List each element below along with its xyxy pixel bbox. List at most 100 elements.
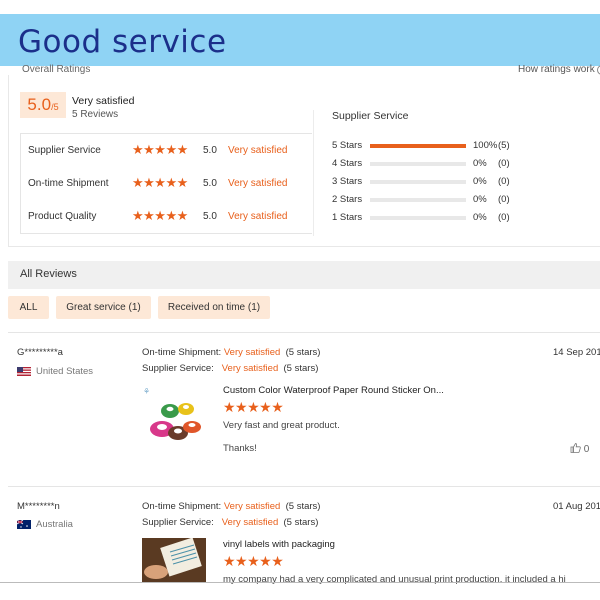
star-level-label: 5 Stars: [332, 140, 363, 151]
rating-bar-track: [370, 216, 466, 220]
category-stars-icon: ★★★★★: [132, 208, 188, 223]
star-count: (0): [498, 176, 510, 187]
service-value: Very satisfied: [221, 363, 279, 374]
banner-title: Good service: [18, 24, 227, 60]
star-count: (0): [498, 194, 510, 205]
category-row-supplier-service: Supplier Service ★★★★★ 5.0 Very satisfie…: [28, 142, 312, 159]
reviewer-country: United States: [36, 366, 94, 377]
shipment-label: On-time Shipment:: [142, 347, 222, 358]
star-level-label: 1 Stars: [332, 212, 363, 223]
shipment-value: Very satisfied: [223, 501, 281, 512]
review-separator: [8, 486, 600, 487]
shipment-rating-line: On-time Shipment: Very satisfied (5 star…: [142, 501, 320, 512]
panel-divider: [313, 110, 314, 236]
overall-score-badge: 5.0/5: [20, 92, 66, 118]
us-flag-icon: [17, 367, 31, 376]
star-percent: 0%: [473, 194, 487, 205]
shipment-label: On-time Shipment:: [142, 501, 222, 512]
product-link[interactable]: Custom Color Waterproof Paper Round Stic…: [223, 385, 444, 396]
star-breakdown-row: 2 Stars 0% (0): [332, 194, 532, 206]
good-service-banner: Good service: [0, 14, 600, 66]
review-date: 14 Sep 201: [553, 347, 600, 358]
overall-score-suffix: /5: [51, 102, 59, 112]
star-level-label: 3 Stars: [332, 176, 363, 187]
shipment-stars: (5 stars): [285, 501, 321, 512]
star-count: (0): [498, 158, 510, 169]
star-percent: 100%: [473, 140, 498, 151]
service-value: Very satisfied: [221, 517, 279, 528]
star-percent: 0%: [473, 158, 487, 169]
reviewer-country: Australia: [36, 519, 73, 530]
service-stars: (5 stars): [283, 363, 319, 374]
star-breakdown-row: 1 Stars 0% (0): [332, 212, 532, 224]
review-date: 01 Aug 201: [553, 501, 600, 512]
service-stars: (5 stars): [283, 517, 319, 528]
service-rating-line: Supplier Service: Very satisfied (5 star…: [142, 363, 318, 374]
thumbs-up-icon: [570, 443, 581, 453]
category-row-product-quality: Product Quality ★★★★★ 5.0 Very satisfied: [28, 208, 312, 225]
star-breakdown-row: 4 Stars 0% (0): [332, 158, 532, 170]
category-score: 5.0: [203, 211, 217, 222]
product-thumbnail[interactable]: [142, 538, 206, 582]
overall-ratings-label: Overall Ratings: [22, 64, 91, 75]
all-reviews-title: All Reviews: [20, 268, 77, 280]
shipment-value: Very satisfied: [223, 347, 281, 358]
star-percent: 0%: [473, 212, 487, 223]
rating-bar-track: [370, 198, 466, 202]
review-separator: [8, 332, 600, 333]
star-percent: 0%: [473, 176, 487, 187]
like-count: 0: [583, 444, 590, 455]
au-flag-icon: [17, 520, 31, 529]
svg-text:⚘: ⚘: [143, 387, 150, 396]
product-link[interactable]: vinyl labels with packaging: [223, 539, 335, 550]
star-level-label: 2 Stars: [332, 194, 363, 205]
star-count: (5): [498, 140, 510, 151]
filter-received-on-time-button[interactable]: Received on time (1): [158, 296, 270, 319]
shipment-rating-line: On-time Shipment: Very satisfied (5 star…: [142, 347, 320, 358]
category-satisfaction: Very satisfied: [228, 211, 288, 222]
star-level-label: 4 Stars: [332, 158, 363, 169]
vinyl-labels-photo: [142, 538, 206, 582]
service-label: Supplier Service:: [142, 363, 214, 374]
how-ratings-work-link[interactable]: How ratings work?: [518, 64, 600, 75]
shipment-stars: (5 stars): [285, 347, 321, 358]
all-reviews-header: All Reviews: [8, 261, 600, 289]
category-score: 5.0: [203, 145, 217, 156]
reviewer-name: M********n: [17, 501, 60, 512]
breakdown-title: Supplier Service: [332, 110, 409, 122]
category-name: Product Quality: [28, 211, 97, 222]
sticker-rolls-image: ⚘: [142, 385, 206, 449]
review-text: my company had a very complicated and un…: [223, 574, 566, 585]
rating-bar-track: [370, 144, 466, 148]
like-button[interactable]: 0: [570, 443, 589, 455]
filter-great-service-button[interactable]: Great service (1): [56, 296, 151, 319]
service-label: Supplier Service:: [142, 517, 214, 528]
star-count: (0): [498, 212, 510, 223]
review-stars-icon: ★★★★★: [223, 399, 284, 415]
overall-score: 5.0: [27, 95, 52, 114]
rating-bar-track: [370, 180, 466, 184]
category-row-on-time-shipment: On-time Shipment ★★★★★ 5.0 Very satisfie…: [28, 175, 312, 192]
product-thumbnail[interactable]: ⚘: [142, 385, 206, 449]
star-breakdown-row: 5 Stars 100% (5): [332, 140, 532, 152]
service-rating-line: Supplier Service: Very satisfied (5 star…: [142, 517, 318, 528]
star-breakdown-row: 3 Stars 0% (0): [332, 176, 532, 188]
review-text-secondary: Thanks!: [223, 443, 257, 454]
review-stars-icon: ★★★★★: [223, 553, 284, 569]
reviewer-name: G*********a: [17, 347, 63, 358]
category-name: Supplier Service: [28, 145, 101, 156]
category-satisfaction: Very satisfied: [228, 178, 288, 189]
how-ratings-work-label: How ratings work: [518, 64, 595, 75]
rating-bar-track: [370, 162, 466, 166]
bottom-border: [0, 582, 600, 583]
rating-bar-fill: [370, 144, 466, 148]
overall-satisfaction: Very satisfied: [72, 95, 135, 107]
category-score: 5.0: [203, 178, 217, 189]
filter-all-button[interactable]: ALL: [8, 296, 49, 319]
reviews-count: 5 Reviews: [72, 109, 119, 120]
category-satisfaction: Very satisfied: [228, 145, 288, 156]
category-stars-icon: ★★★★★: [132, 142, 188, 157]
category-stars-icon: ★★★★★: [132, 175, 188, 190]
review-text: Very fast and great product.: [223, 420, 340, 431]
category-name: On-time Shipment: [28, 178, 109, 189]
